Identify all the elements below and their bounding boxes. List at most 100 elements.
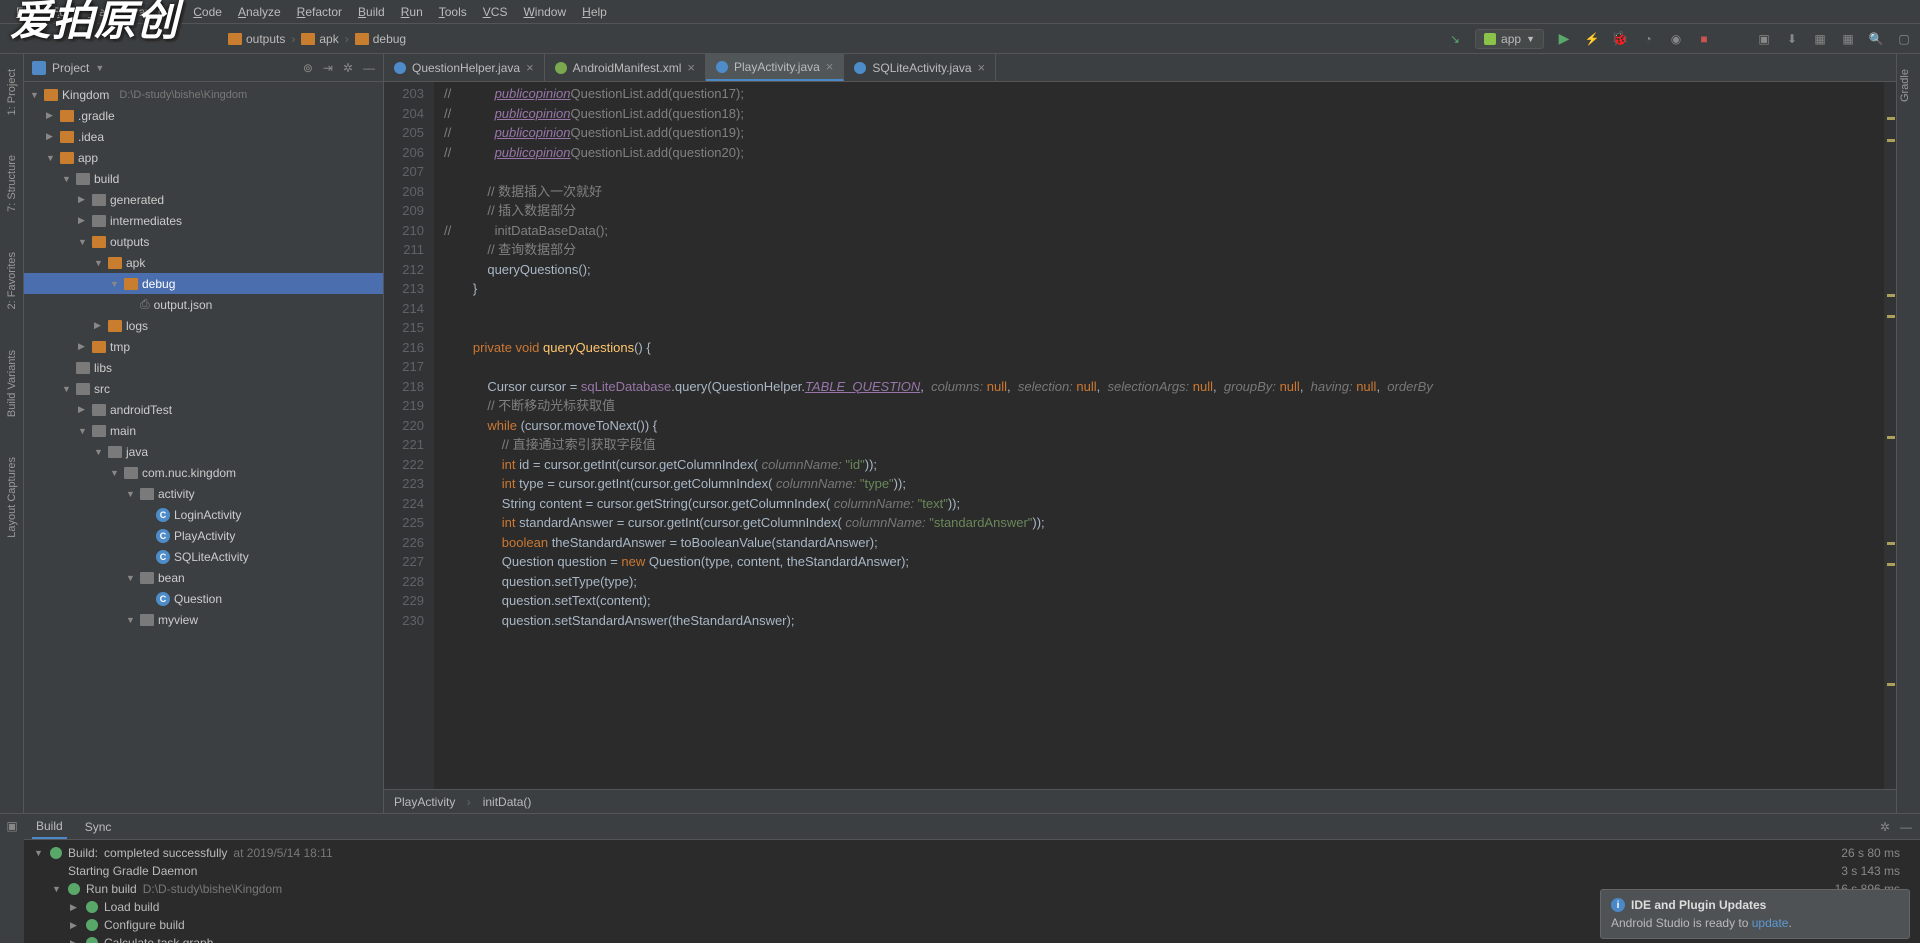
tree-item-PlayActivity[interactable]: CPlayActivity [24, 525, 383, 546]
build-tab-sync[interactable]: Sync [81, 816, 116, 838]
close-icon[interactable]: × [526, 60, 534, 75]
editor-tab[interactable]: PlayActivity.java× [706, 54, 844, 81]
tree-item-intermediates[interactable]: ▶intermediates [24, 210, 383, 231]
tree-item-.idea[interactable]: ▶.idea [24, 126, 383, 147]
editor-crumb[interactable]: PlayActivity [394, 795, 471, 809]
editor-content[interactable]: 2032042052062072082092102112122132142152… [384, 82, 1896, 789]
tree-item-Kingdom[interactable]: ▼KingdomD:\D-study\bishe\Kingdom [24, 84, 383, 105]
sidebar-tab[interactable]: 7: Structure [4, 150, 20, 217]
attach-debugger-icon[interactable]: ◉ [1668, 31, 1684, 47]
account-icon[interactable]: ▢ [1896, 31, 1912, 47]
menu-code[interactable]: Code [185, 5, 230, 19]
tree-arrow-icon: ▼ [78, 237, 88, 247]
hide-icon[interactable]: — [1900, 820, 1912, 834]
tree-item-SQLiteActivity[interactable]: CSQLiteActivity [24, 546, 383, 567]
sidebar-tab[interactable]: 2: Favorites [4, 247, 20, 314]
close-icon[interactable]: × [826, 59, 834, 74]
folder-icon [124, 467, 138, 479]
tree-item-myview[interactable]: ▼myview [24, 609, 383, 630]
editor-crumb[interactable]: initData() [483, 795, 532, 809]
marker-strip[interactable] [1884, 82, 1896, 789]
project-panel-header: Project ▼ ⊚ ⇥ ✲ — [24, 54, 383, 82]
sync-icon[interactable]: ↘ [1447, 31, 1463, 47]
run-icon[interactable]: ▶ [1556, 31, 1572, 47]
menu-view[interactable]: View [80, 5, 122, 19]
editor-area: QuestionHelper.java×AndroidManifest.xml×… [384, 54, 1896, 813]
sidebar-tab[interactable]: 1: Project [4, 64, 20, 120]
menu-analyze[interactable]: Analyze [230, 5, 289, 19]
tree-item-debug[interactable]: ▼debug [24, 273, 383, 294]
editor-tab[interactable]: SQLiteActivity.java× [844, 54, 996, 81]
editor-breadcrumb: PlayActivity initData() [384, 789, 1896, 813]
tree-item-activity[interactable]: ▼activity [24, 483, 383, 504]
tree-item-src[interactable]: ▼src [24, 378, 383, 399]
menu-help[interactable]: Help [574, 5, 615, 19]
gradle-tab[interactable]: Gradle [1897, 64, 1913, 107]
sidebar-tab[interactable]: Layout Captures [4, 452, 20, 543]
tree-item-Question[interactable]: CQuestion [24, 588, 383, 609]
target-icon[interactable]: ⊚ [303, 61, 313, 75]
settings-icon[interactable]: ✲ [1880, 820, 1890, 834]
tree-item-androidTest[interactable]: ▶androidTest [24, 399, 383, 420]
close-icon[interactable]: × [687, 60, 695, 75]
apply-changes-icon[interactable]: ⚡ [1584, 31, 1600, 47]
tree-arrow-icon: ▼ [126, 489, 136, 499]
breadcrumb-debug[interactable]: debug [355, 32, 406, 46]
editor-tab[interactable]: AndroidManifest.xml× [545, 54, 706, 81]
tree-item-java[interactable]: ▼java [24, 441, 383, 462]
tree-arrow-icon: ▶ [46, 131, 56, 142]
menu-navigate[interactable]: Navigate [122, 5, 185, 19]
settings-icon[interactable]: ✲ [343, 61, 353, 75]
tree-item-outputs[interactable]: ▼outputs [24, 231, 383, 252]
build-tab-build[interactable]: Build [32, 815, 67, 839]
sdk-manager-icon[interactable]: ⬇ [1784, 31, 1800, 47]
tool-icon-2[interactable]: ▦ [1840, 31, 1856, 47]
breadcrumb-apk[interactable]: apk [301, 32, 338, 46]
editor-tab[interactable]: QuestionHelper.java× [384, 54, 545, 81]
tree-item-tmp[interactable]: ▶tmp [24, 336, 383, 357]
menu-build[interactable]: Build [350, 5, 393, 19]
breadcrumb-outputs[interactable]: outputs [228, 32, 285, 46]
tree-item-app[interactable]: ▼app [24, 147, 383, 168]
menu-vcs[interactable]: VCS [475, 5, 516, 19]
menu-edit[interactable]: Edit [43, 5, 80, 19]
code-area[interactable]: // publicopinionQuestionList.add(questio… [434, 82, 1884, 789]
build-row[interactable]: Starting Gradle Daemon3 s 143 ms [34, 862, 1910, 880]
tree-item-main[interactable]: ▼main [24, 420, 383, 441]
search-icon[interactable]: 🔍 [1868, 31, 1884, 47]
profiler-icon[interactable]: ◔ [1640, 31, 1656, 47]
gutter: 2032042052062072082092102112122132142152… [384, 82, 434, 789]
build-tool-icon[interactable]: ▣ [6, 819, 17, 833]
menu-refactor[interactable]: Refactor [289, 5, 350, 19]
menu-file[interactable]: File [8, 5, 43, 19]
tree-item-bean[interactable]: ▼bean [24, 567, 383, 588]
dropdown-icon[interactable]: ▼ [95, 63, 104, 73]
tree-arrow-icon: ▶ [78, 404, 88, 415]
tree-item-libs[interactable]: libs [24, 357, 383, 378]
tree-item-build[interactable]: ▼build [24, 168, 383, 189]
tree-arrow-icon: ▼ [126, 573, 136, 583]
tree-item-LoginActivity[interactable]: CLoginActivity [24, 504, 383, 525]
build-row[interactable]: ▼Build: completed successfully at 2019/5… [34, 844, 1910, 862]
tree-item-logs[interactable]: ▶logs [24, 315, 383, 336]
debug-icon[interactable]: 🐞 [1612, 31, 1628, 47]
sidebar-tab[interactable]: Build Variants [4, 345, 20, 422]
notification-popup[interactable]: i IDE and Plugin Updates Android Studio … [1600, 889, 1910, 939]
avd-manager-icon[interactable]: ▣ [1756, 31, 1772, 47]
collapse-icon[interactable]: ⇥ [323, 61, 333, 75]
tree-item-output.json[interactable]: ⎙output.json [24, 294, 383, 315]
tree-item-generated[interactable]: ▶generated [24, 189, 383, 210]
run-config-selector[interactable]: app ▼ [1475, 29, 1544, 49]
tool-icon[interactable]: ▦ [1812, 31, 1828, 47]
menu-run[interactable]: Run [393, 5, 431, 19]
stop-icon[interactable]: ■ [1696, 31, 1712, 47]
tree-item-com.nuc.kingdom[interactable]: ▼com.nuc.kingdom [24, 462, 383, 483]
menu-tools[interactable]: Tools [431, 5, 475, 19]
project-tree[interactable]: ▼KingdomD:\D-study\bishe\Kingdom▶.gradle… [24, 82, 383, 813]
update-link[interactable]: update [1752, 916, 1789, 930]
hide-icon[interactable]: — [363, 61, 375, 75]
tree-item-apk[interactable]: ▼apk [24, 252, 383, 273]
tree-item-.gradle[interactable]: ▶.gradle [24, 105, 383, 126]
menu-window[interactable]: Window [515, 5, 574, 19]
close-icon[interactable]: × [978, 60, 986, 75]
